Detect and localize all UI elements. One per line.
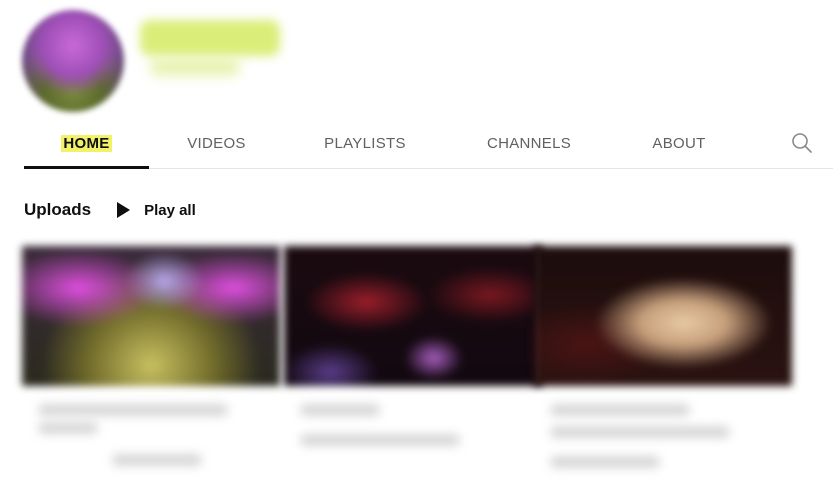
video-card[interactable]: [22, 246, 280, 486]
video-title-redacted: [300, 404, 380, 416]
uploads-shelf-header: Uploads Play all: [24, 196, 196, 224]
tab-about[interactable]: ABOUT: [624, 118, 734, 168]
tab-channels-label: CHANNELS: [486, 134, 572, 152]
video-card[interactable]: [284, 246, 542, 486]
tab-videos-label: VIDEOS: [187, 134, 246, 152]
channel-subtitle-redacted: [150, 58, 240, 76]
search-icon: [792, 133, 812, 153]
video-meta-redacted: [112, 454, 202, 466]
video-title-redacted: [550, 426, 730, 438]
tab-about-label: ABOUT: [652, 134, 706, 152]
channel-avatar[interactable]: [22, 10, 124, 112]
video-meta-redacted: [300, 434, 460, 446]
channel-tabs: HOME VIDEOS PLAYLISTS CHANNELS ABOUT: [24, 118, 833, 169]
video-title-redacted: [38, 422, 98, 434]
video-title-redacted: [550, 404, 690, 416]
video-card[interactable]: [534, 246, 792, 486]
play-icon: [117, 202, 131, 218]
active-tab-underline: [24, 166, 149, 169]
tab-home[interactable]: HOME: [24, 118, 149, 169]
channel-search-button[interactable]: [789, 130, 815, 156]
video-thumbnail[interactable]: [534, 246, 792, 386]
video-title-redacted: [38, 404, 228, 416]
tab-home-label: HOME: [61, 134, 112, 152]
tab-channels[interactable]: CHANNELS: [464, 118, 594, 168]
tab-playlists[interactable]: PLAYLISTS: [300, 118, 430, 168]
tab-playlists-label: PLAYLISTS: [324, 134, 406, 152]
uploads-title[interactable]: Uploads: [24, 200, 91, 220]
video-thumbnail[interactable]: [22, 246, 280, 386]
uploads-video-grid: [12, 246, 792, 486]
tab-videos[interactable]: VIDEOS: [154, 118, 279, 168]
play-all-button[interactable]: Play all: [117, 202, 196, 219]
channel-page: HOME VIDEOS PLAYLISTS CHANNELS ABOUT Upl…: [0, 0, 833, 490]
video-thumbnail[interactable]: [284, 246, 542, 386]
channel-header: [0, 0, 833, 118]
channel-name-redacted: [140, 20, 280, 56]
video-meta-redacted: [550, 456, 660, 468]
play-all-label: Play all: [144, 201, 196, 219]
